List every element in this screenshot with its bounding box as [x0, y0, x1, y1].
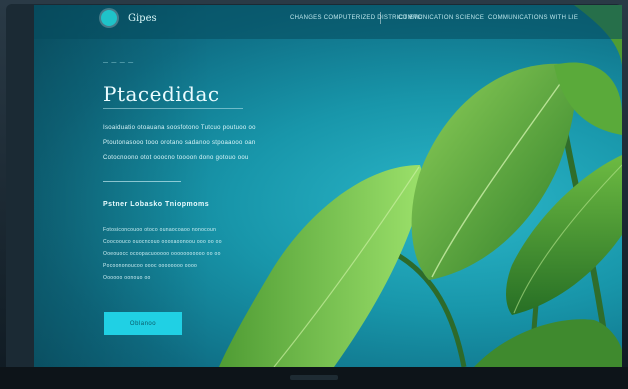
section-title: Pstner Lobasko Tniopmoms [103, 201, 210, 208]
hero-lead-line: Cotocnoono otot ooocno toooon dono gotou… [103, 155, 249, 161]
nav-item[interactable]: COMMUNICATION SCIENCE [398, 15, 484, 21]
logo-icon[interactable] [101, 10, 117, 26]
hero-kicker: — — — — [103, 60, 135, 66]
section-body-line: Pocoononoucoo oooc oooooooo oooo [103, 263, 198, 269]
nav-item[interactable]: COMMUNICATIONS WITH LIE [488, 15, 578, 21]
section-body-line: Coocoouco ouocncouo oooxaoonoou ooo oo o… [103, 239, 222, 245]
section-divider [103, 181, 181, 182]
hero-title: Ptacedidac [103, 82, 220, 106]
section-body-line: Oooooo oonouo oo [103, 275, 151, 281]
site-header: Gipes CHANGES COMPUTERIZED DISTRICT ETC … [34, 5, 622, 39]
website-screen: Gipes CHANGES COMPUTERIZED DISTRICT ETC … [34, 5, 622, 367]
brand-name[interactable]: Gipes [128, 13, 157, 24]
hero-lead-line: Ptoutonasooo tooo orotano sadanoo stpoaa… [103, 140, 256, 146]
section-body-line: Fotosiconcouoo otoco ounaocoaoo nonocoun [103, 227, 217, 233]
hero-lead-line: Isoaiduatio otoauana soosfotono Tutcuo p… [103, 125, 256, 131]
plant-leaf [474, 319, 622, 367]
nav-divider [380, 12, 381, 24]
cta-button[interactable]: Oblanoo [104, 312, 182, 335]
section-body-line: Ooeouocc ocoopacuooooo ooooooooooo oo oo [103, 251, 221, 257]
monitor-brand-mark [290, 375, 338, 380]
hero-underline [103, 108, 243, 109]
plant-leaf [219, 165, 423, 367]
